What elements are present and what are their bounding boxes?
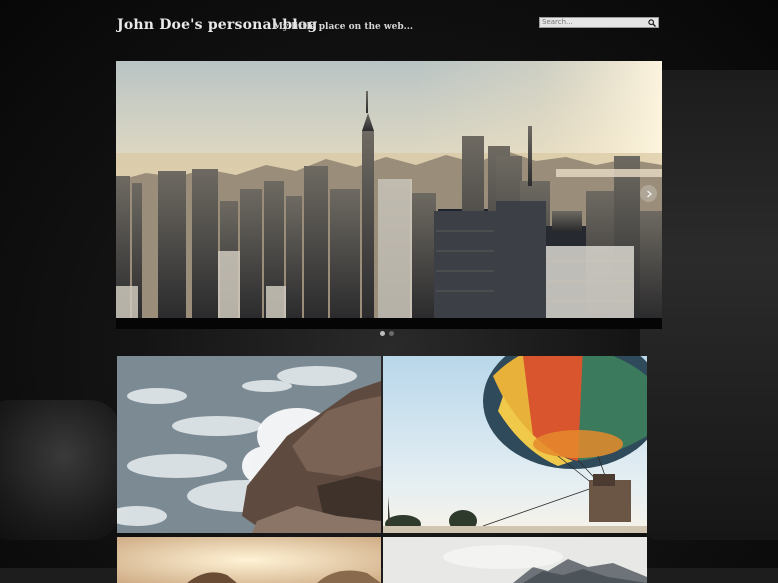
slider-dot-1[interactable]: [380, 331, 385, 336]
image-slider[interactable]: [116, 61, 662, 329]
site-tagline: My little place on the web...: [273, 22, 414, 32]
slider-next-button[interactable]: [640, 185, 657, 202]
slider-dot-2[interactable]: [389, 331, 394, 336]
gallery-tile-sunlit[interactable]: [117, 537, 381, 583]
background-camera-lens: [0, 400, 120, 540]
chevron-right-icon: [646, 189, 652, 198]
page: John Doe's personal blog My little place…: [0, 0, 778, 583]
magnifier-icon: [648, 18, 656, 27]
search-box: [539, 17, 659, 28]
gallery-tile-waves[interactable]: [117, 356, 381, 533]
slider-pagination: [380, 331, 394, 336]
slider-caption-bar: [116, 318, 662, 329]
search-button[interactable]: [647, 18, 657, 27]
gallery-tile-balloon[interactable]: [383, 356, 647, 533]
slide-image-city-skyline[interactable]: [116, 61, 662, 318]
gallery-tile-mountain[interactable]: [383, 537, 647, 583]
search-input[interactable]: [542, 18, 646, 27]
